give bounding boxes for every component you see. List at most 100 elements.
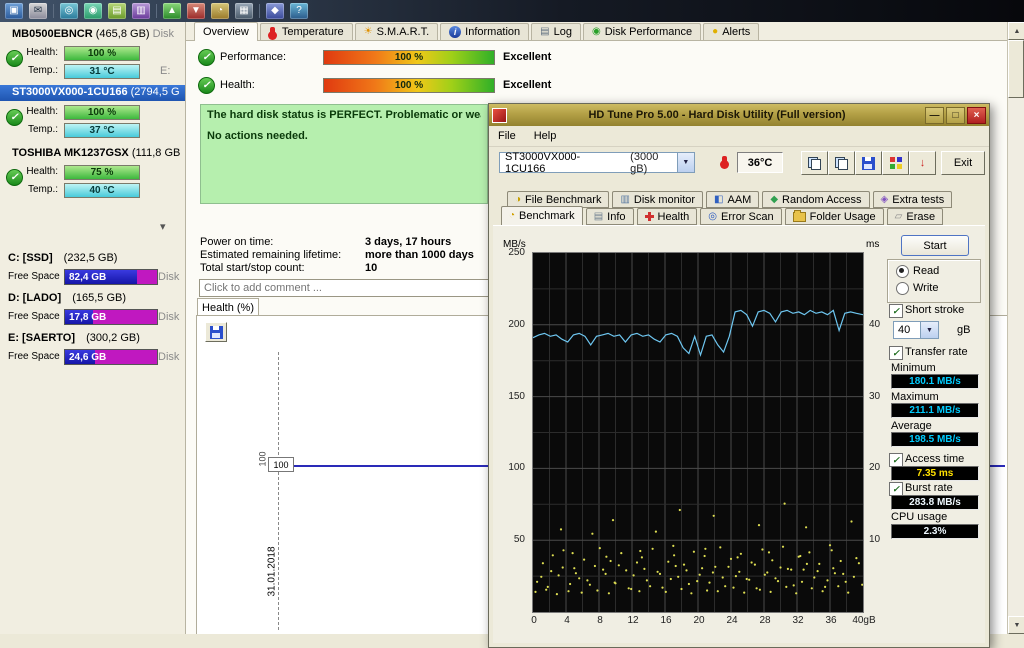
- screenshot-button[interactable]: [882, 151, 909, 175]
- copy-image-button[interactable]: [828, 151, 855, 175]
- log-icon: ▤: [540, 27, 549, 37]
- read-radio[interactable]: [896, 265, 909, 278]
- tab-health[interactable]: Health: [637, 208, 698, 225]
- main-scrollbar[interactable]: ▲ ▼: [1007, 22, 1024, 634]
- exit-button[interactable]: Exit: [941, 151, 985, 175]
- startstop-label: Total start/stop count:: [200, 262, 305, 274]
- disk-remove-icon[interactable]: ▼: [187, 3, 205, 19]
- tick-label: 0: [521, 615, 547, 626]
- power-on-label: Power on time:: [200, 236, 273, 248]
- disk-item-st3000-selected[interactable]: ST3000VX000-1CU166 (2794,5 G ✓ Health: 1…: [0, 85, 185, 143]
- average-value: 198.5 MB/s: [891, 432, 979, 447]
- scroll-thumb[interactable]: [1008, 40, 1024, 98]
- gallery-icon[interactable]: ▦: [235, 3, 253, 19]
- tab-temperature[interactable]: Temperature: [260, 23, 353, 40]
- screenshot-icon: [890, 157, 902, 169]
- scroll-down-button[interactable]: ▼: [1008, 616, 1024, 634]
- partition-item-c[interactable]: C: [SSD] (232,5 GB) Free Space 82,4 GB D…: [0, 250, 185, 290]
- start-button[interactable]: Start: [901, 235, 969, 256]
- burst-rate-checkbox[interactable]: ✓: [889, 482, 903, 496]
- x-axis-labels: 0481216202428323640gB: [532, 615, 862, 627]
- status-line-1: The hard disk status is PERFECT. Problem…: [207, 109, 481, 121]
- schedule-icon[interactable]: ◔: [211, 3, 229, 19]
- tab-error-scan[interactable]: ◎Error Scan: [700, 208, 781, 225]
- comment-input[interactable]: [199, 279, 489, 297]
- value-marker: 100: [268, 457, 294, 472]
- y-left-axis-labels: 25020015010050: [492, 252, 529, 611]
- read-write-group: Read Write: [887, 259, 981, 303]
- mail-icon[interactable]: ✉: [29, 3, 47, 19]
- health-chart-tab[interactable]: Health (%): [197, 298, 259, 316]
- tab-folder-usage[interactable]: Folder Usage: [785, 208, 884, 225]
- desktop: { "icons":{"check":"✓","chevron_down":"▾…: [0, 0, 1024, 634]
- export-button[interactable]: ↓: [909, 151, 936, 175]
- minimum-value: 180.1 MB/s: [891, 374, 979, 389]
- tick-label: 32: [785, 615, 811, 626]
- alerts-icon: ●: [712, 27, 718, 37]
- top-toolbar: ▣ ✉ ◎ ◉ ▤ ▥ ▲ ▼ ◔ ▦ ◆ ?: [0, 0, 1024, 22]
- tab-info[interactable]: ▤Info: [586, 208, 634, 225]
- copy-text-button[interactable]: [801, 151, 828, 175]
- free-space-label: Free Space: [8, 271, 60, 282]
- smart-icon: ☀: [364, 27, 373, 37]
- tab-random-access[interactable]: ◆Random Access: [762, 191, 869, 208]
- read-label: Read: [913, 265, 939, 277]
- save-button[interactable]: [855, 151, 882, 175]
- access-time-checkbox[interactable]: ✓: [889, 453, 903, 467]
- startstop-value: 10: [365, 262, 377, 274]
- tab-information[interactable]: iInformation: [440, 23, 529, 40]
- write-label: Write: [913, 282, 938, 294]
- health-label: Health:: [0, 166, 58, 177]
- health-label: Health:: [220, 79, 255, 91]
- search-icon[interactable]: ◎: [60, 3, 78, 19]
- short-stroke-size-select[interactable]: 40 ▼: [893, 321, 939, 339]
- minimize-button[interactable]: —: [925, 107, 944, 124]
- drive-select[interactable]: ST3000VX000-1CU166 (3000 gB) ▼: [499, 152, 695, 173]
- disk-add-icon[interactable]: ▲: [163, 3, 181, 19]
- close-button[interactable]: ×: [967, 107, 986, 124]
- save-chart-button[interactable]: [205, 322, 227, 342]
- partition-item-d[interactable]: D: [LADO] (165,5 GB) Free Space 17,8 GB …: [0, 290, 185, 330]
- tab-erase[interactable]: ▱Erase: [887, 208, 943, 225]
- scroll-more-icon[interactable]: ▾: [160, 220, 166, 233]
- chart-icon[interactable]: ▥: [132, 3, 150, 19]
- disk-item-mb0500[interactable]: ✓ MB0500EBNCR (465,8 GB) Disk Health: 10…: [0, 26, 185, 84]
- tab-disk-monitor[interactable]: ▥Disk monitor: [612, 191, 703, 208]
- write-radio[interactable]: [896, 282, 909, 295]
- tab-benchmark[interactable]: ◔Benchmark: [501, 206, 583, 225]
- short-stroke-checkbox[interactable]: ✓: [889, 304, 903, 318]
- menu-help[interactable]: Help: [525, 128, 566, 144]
- settings-icon[interactable]: ◆: [266, 3, 284, 19]
- transfer-rate-checkbox[interactable]: ✓: [889, 346, 903, 360]
- hdtune-tab-row-2: ◔Benchmark ▤Info Health ◎Error Scan Fold…: [501, 208, 943, 225]
- disk-size: (111,8 GB: [132, 147, 181, 159]
- tab-disk-performance[interactable]: ◉Disk Performance: [583, 23, 701, 40]
- zoom-icon[interactable]: ◉: [84, 3, 102, 19]
- partition-item-e[interactable]: E: [SAERTO] (300,2 GB) Free Space 24,6 G…: [0, 330, 185, 370]
- lifetime-value: more than 1000 days: [365, 249, 474, 261]
- maximize-button[interactable]: □: [946, 107, 965, 124]
- health-label: Health:: [0, 106, 58, 117]
- tick-label: 100: [508, 462, 525, 473]
- random-access-icon: ◆: [770, 195, 778, 205]
- hdtune-titlebar[interactable]: HD Tune Pro 5.00 - Hard Disk Utility (Fu…: [489, 104, 989, 126]
- tab-log[interactable]: ▤Log: [531, 23, 581, 40]
- tab-overview[interactable]: Overview: [194, 22, 258, 41]
- hdtune-window: HD Tune Pro 5.00 - Hard Disk Utility (Fu…: [488, 103, 990, 648]
- report-icon[interactable]: ▤: [108, 3, 126, 19]
- scroll-up-button[interactable]: ▲: [1008, 22, 1024, 40]
- tab-smart[interactable]: ☀S.M.A.R.T.: [355, 23, 439, 40]
- disk-item-toshiba[interactable]: ✓ TOSHIBA MK1237GSX (111,8 GB Health: 75…: [0, 145, 185, 203]
- short-stroke-label: Short stroke: [905, 304, 964, 316]
- maximum-label: Maximum: [891, 391, 939, 403]
- tab-extra-tests[interactable]: ◈Extra tests: [873, 191, 953, 208]
- computer-icon[interactable]: ▣: [5, 3, 23, 19]
- help-icon[interactable]: ?: [290, 3, 308, 19]
- save-icon: [862, 157, 875, 170]
- performance-bar: 100 %: [323, 50, 495, 65]
- tab-aam[interactable]: ◧AAM: [706, 191, 759, 208]
- health-bar: 100 %: [323, 78, 495, 93]
- toolbar-separator: [259, 4, 260, 18]
- tab-alerts[interactable]: ●Alerts: [703, 23, 759, 40]
- menu-file[interactable]: File: [489, 128, 525, 144]
